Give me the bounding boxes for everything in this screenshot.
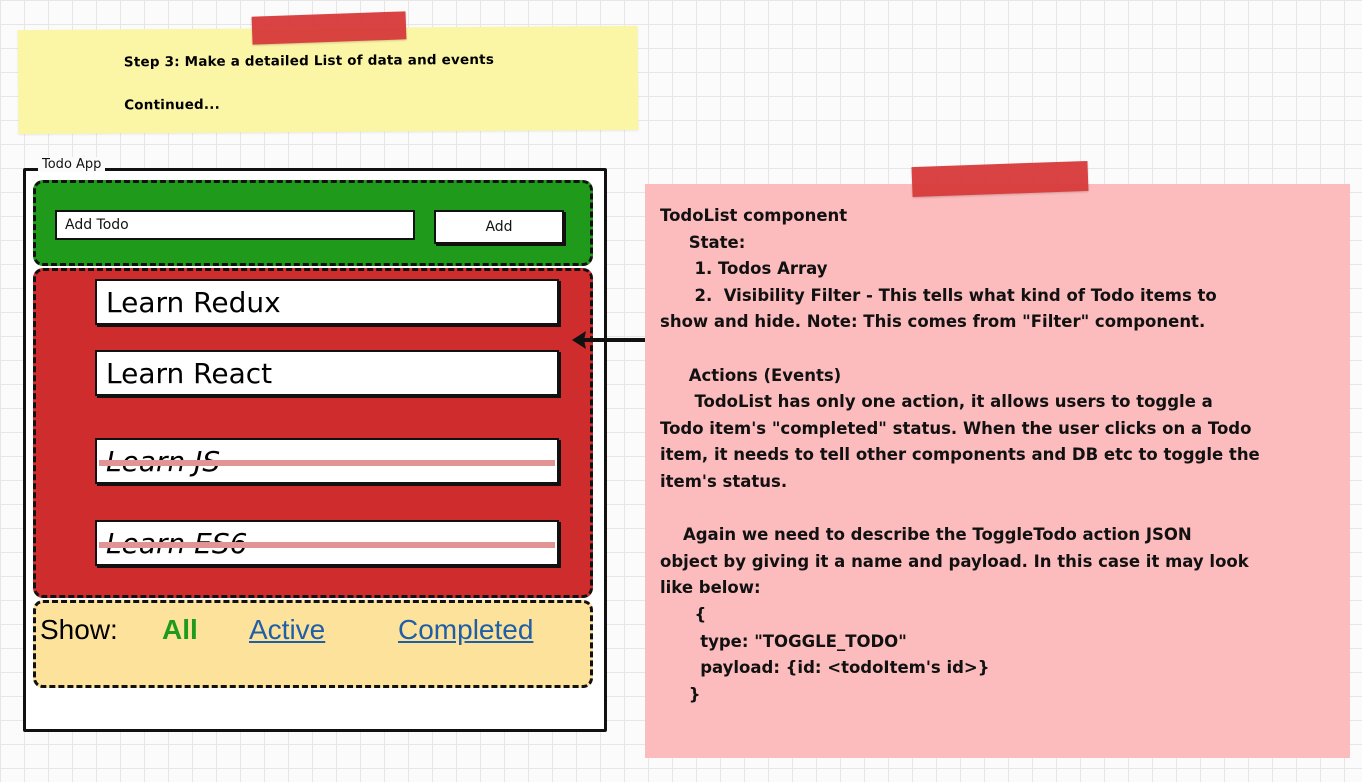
filter-active-link[interactable]: Active bbox=[249, 614, 325, 646]
description-line bbox=[660, 496, 1350, 523]
description-line: TodoList has only one action, it allows … bbox=[660, 392, 1213, 412]
add-button[interactable]: Add bbox=[434, 210, 564, 244]
description-line: Again we need to describe the ToggleTodo… bbox=[660, 525, 1192, 545]
filter-show-label: Show: bbox=[40, 614, 118, 645]
todo-item-label: Learn React bbox=[106, 357, 273, 390]
todo-item[interactable]: Learn Redux bbox=[95, 279, 559, 325]
description-line: TodoList component bbox=[660, 206, 848, 225]
strikethrough-line bbox=[99, 460, 555, 466]
description-line: 1. Todos Array bbox=[660, 259, 828, 279]
description-line: like below: bbox=[660, 578, 761, 598]
description-line bbox=[660, 336, 1350, 363]
tape-decoration bbox=[251, 11, 407, 45]
description-line: item's status. bbox=[660, 471, 788, 491]
todo-item[interactable]: Learn React bbox=[95, 350, 559, 396]
description-line: type: "TOGGLE_TODO" bbox=[660, 631, 907, 651]
description-text: TodoList component State: 1. Todos Array… bbox=[660, 203, 1350, 708]
filter-all-link[interactable]: All bbox=[162, 614, 198, 646]
todo-app-title: Todo App bbox=[38, 157, 106, 172]
todo-item-label: Learn Redux bbox=[106, 286, 281, 319]
description-line: 2. Visibility Filter - This tells what k… bbox=[660, 285, 1217, 305]
description-line: payload: {id: <todoItem's id>} bbox=[660, 658, 990, 678]
step-note-continued: Continued... bbox=[124, 96, 220, 114]
description-line: State: bbox=[660, 232, 746, 252]
tape-decoration bbox=[911, 160, 1089, 198]
add-todo-input[interactable]: Add Todo bbox=[55, 210, 415, 240]
todo-item-completed[interactable]: Learn ES6 bbox=[95, 520, 559, 566]
description-line: show and hide. Note: This comes from "Fi… bbox=[660, 312, 1206, 332]
step-note-title: Step 3: Make a detailed List of data and… bbox=[123, 51, 495, 71]
description-line: Actions (Events) bbox=[660, 365, 842, 385]
description-line: Todo item's "completed" status. When the… bbox=[660, 418, 1252, 438]
description-line: item, it needs to tell other components … bbox=[660, 445, 1260, 465]
filter-completed-link[interactable]: Completed bbox=[398, 614, 533, 646]
description-line: { bbox=[660, 604, 707, 624]
description-line: object by giving it a name and payload. … bbox=[660, 551, 1249, 571]
todo-item-completed[interactable]: Learn JS bbox=[95, 438, 559, 484]
strikethrough-line bbox=[99, 542, 555, 548]
description-line: } bbox=[660, 684, 701, 704]
step-note: Step 3: Make a detailed List of data and… bbox=[17, 25, 639, 135]
